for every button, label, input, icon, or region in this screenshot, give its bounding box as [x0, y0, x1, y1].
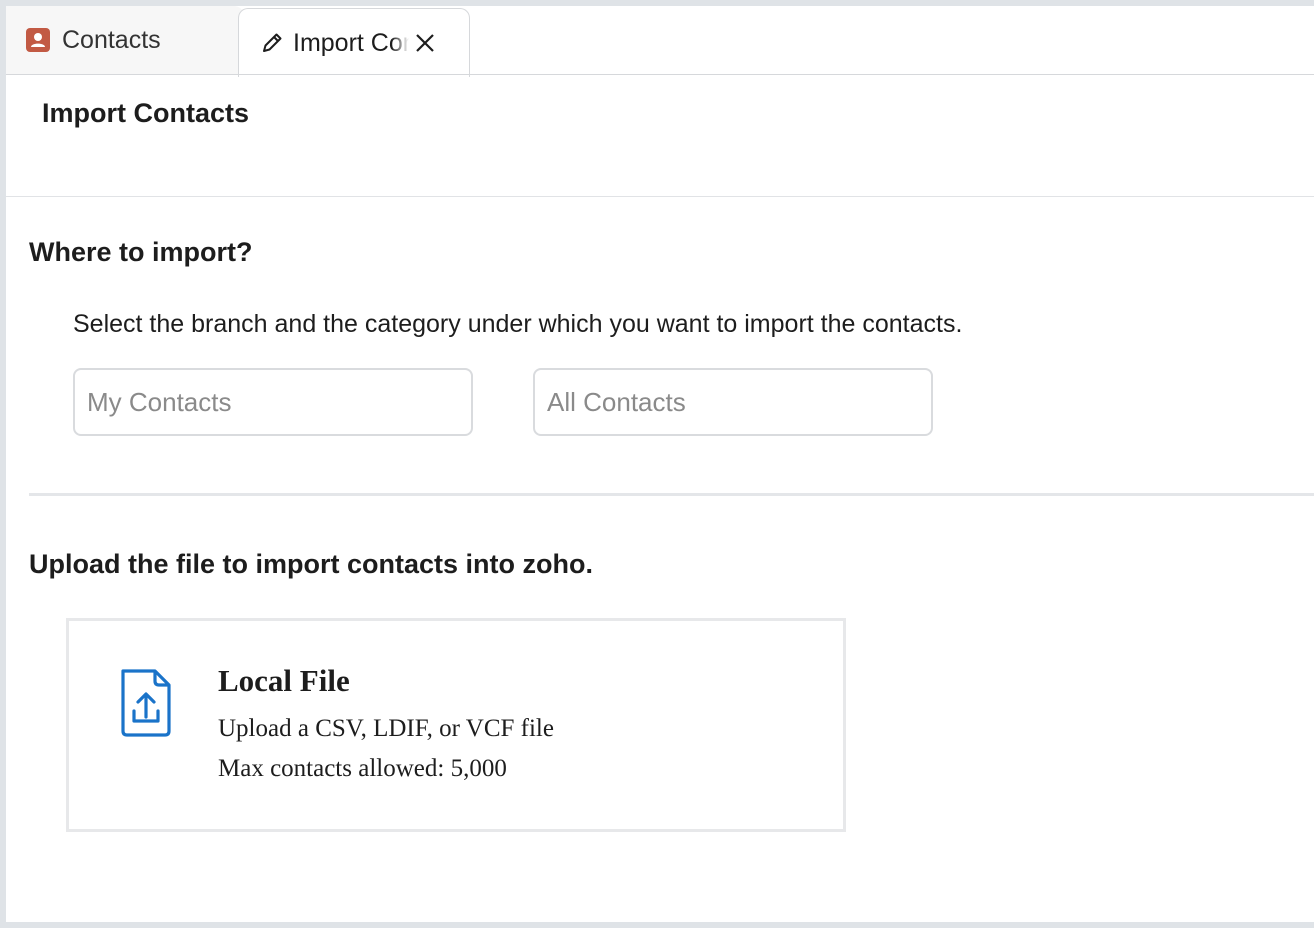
- local-file-card[interactable]: Local File Upload a CSV, LDIF, or VCF fi…: [66, 618, 846, 832]
- tab-bar: Contacts Import Contacts: [6, 6, 1314, 77]
- local-file-limit: Max contacts allowed: 5,000: [218, 755, 507, 782]
- where-to-import-heading: Where to import?: [29, 237, 253, 267]
- tab-import-contacts[interactable]: Import Contacts: [238, 8, 470, 77]
- tab-contacts[interactable]: Contacts: [6, 6, 244, 74]
- tab-contacts-label: Contacts: [62, 25, 161, 54]
- branch-select-placeholder: My Contacts: [87, 386, 232, 417]
- contacts-icon: [26, 28, 50, 52]
- page-title: Import Contacts: [42, 98, 250, 128]
- header-divider: [6, 196, 1314, 197]
- import-instruction: Select the branch and the category under…: [73, 310, 963, 338]
- pencil-icon: [259, 30, 285, 56]
- local-file-title: Local File: [218, 663, 350, 698]
- section-divider: [29, 493, 1314, 496]
- app-window: Contacts Import Contacts Import Contacts…: [6, 6, 1314, 922]
- upload-heading: Upload the file to import contacts into …: [29, 549, 593, 579]
- tab-import-contacts-label: Import Contacts: [293, 28, 409, 57]
- file-upload-icon: [117, 667, 177, 739]
- category-select[interactable]: All Contacts: [533, 368, 933, 436]
- branch-select[interactable]: My Contacts: [73, 368, 473, 436]
- local-file-description: Upload a CSV, LDIF, or VCF file: [218, 715, 554, 742]
- close-icon[interactable]: [413, 31, 437, 55]
- tab-bar-divider: [6, 74, 1314, 75]
- category-select-placeholder: All Contacts: [547, 386, 686, 417]
